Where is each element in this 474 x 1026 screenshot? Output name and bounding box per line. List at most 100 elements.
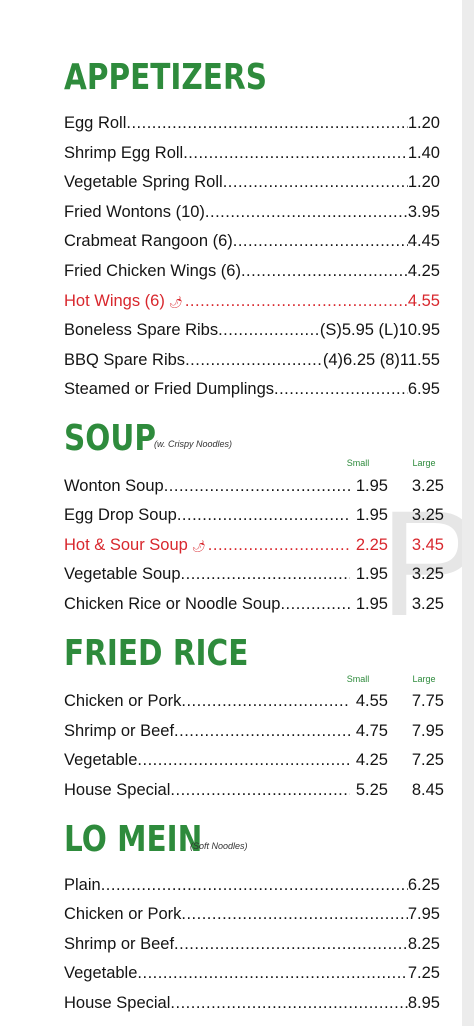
leader-dots: [174, 720, 350, 742]
item-name: Chicken or Pork: [64, 692, 182, 710]
soup-large-label: Large: [412, 458, 436, 468]
item-name: Fried Wontons (10): [64, 202, 205, 221]
leader-dots: [274, 378, 408, 400]
item-prices: 1.95 3.25: [350, 593, 444, 615]
item-price: 6.95: [407, 380, 440, 399]
item-name: House Special: [64, 993, 171, 1012]
item-name: Hot & Sour Soup: [64, 535, 188, 554]
menu-item: House Special 8.95: [64, 992, 440, 1014]
pepper-icon: 🌶: [191, 540, 206, 553]
leader-dots: [185, 290, 408, 312]
item-price: 4.25: [407, 262, 440, 280]
menu-item: Vegetable 7.25: [64, 962, 440, 984]
item-name: Wonton Soup: [64, 477, 164, 495]
menu-item: Chicken or Pork 4.55 7.75: [64, 690, 444, 712]
item-prices: 2.25 3.45: [350, 534, 444, 556]
item-name: Egg Drop Soup: [64, 506, 177, 525]
menu-item: Hot & Sour Soup🌶 2.25 3.45: [64, 534, 444, 556]
item-name: Vegetable: [64, 751, 138, 770]
small-price: 4.55: [355, 692, 388, 710]
item-price: 6.25: [407, 876, 440, 894]
item-price: 1.20: [407, 173, 440, 192]
leader-dots: [137, 962, 407, 984]
menu-item: Fried Wontons (10) 3.95: [64, 201, 440, 223]
menu-item: Fried Chicken Wings (6) 4.25: [64, 260, 440, 282]
item-name: House Special: [64, 780, 171, 799]
item-name: Steamed or Fried Dumplings: [64, 380, 275, 399]
menu-item: Steamed or Fried Dumplings 6.95: [64, 378, 440, 400]
item-price: 7.95: [407, 905, 440, 924]
large-price: 3.25: [411, 594, 444, 613]
menu-item: Shrimp or Beef 4.75 7.95: [64, 720, 444, 742]
pepper-icon: 🌶: [168, 296, 183, 309]
menu-item: Egg Drop Soup 1.95 3.25: [64, 504, 444, 526]
leader-dots: [183, 142, 408, 164]
menu-item: Crabmeat Rangoon (6) 4.45: [64, 230, 440, 252]
item-price: 4.55: [407, 291, 440, 310]
item-name: Vegetable: [64, 964, 138, 983]
leader-dots: [126, 112, 408, 134]
small-price: 4.75: [355, 721, 388, 740]
large-price: 3.45: [411, 535, 444, 554]
large-price: 3.25: [411, 506, 444, 525]
menu-item: Plain 6.25: [64, 874, 440, 896]
leader-dots: [101, 874, 408, 896]
lo-mein-title: LO MEIN: [64, 819, 203, 860]
small-price: 1.95: [355, 477, 388, 495]
item-price: 1.40: [407, 143, 440, 162]
large-price: 7.25: [411, 751, 444, 770]
leader-dots: [164, 475, 350, 497]
leader-dots: [181, 563, 350, 585]
item-name: Hot Wings (6): [64, 291, 165, 310]
item-price: 1.20: [407, 114, 440, 132]
item-price: 8.95: [407, 993, 440, 1012]
leader-dots: [170, 992, 407, 1014]
item-name: Boneless Spare Ribs: [64, 321, 219, 340]
soup-small-label: Small: [346, 458, 370, 468]
menu-item: Shrimp Egg Roll 1.40: [64, 142, 440, 164]
menu-item: Vegetable Soup 1.95 3.25: [64, 563, 444, 585]
item-price: 7.25: [407, 964, 440, 983]
item-price: (4)6.25 (8)11.55: [322, 350, 440, 369]
large-price: 8.45: [411, 780, 444, 799]
leader-dots: [205, 201, 408, 223]
item-prices: 1.95 3.25: [350, 475, 444, 497]
item-name: Egg Roll: [64, 114, 127, 132]
item-prices: 4.55 7.75: [350, 690, 444, 712]
item-name: Vegetable Spring Roll: [64, 173, 223, 192]
item-name: Shrimp Egg Roll: [64, 143, 184, 162]
menu-item: House Special 5.25 8.45: [64, 779, 444, 801]
leader-dots: [181, 903, 407, 925]
item-name: Shrimp or Beef: [64, 934, 175, 953]
small-price: 1.95: [355, 506, 388, 525]
small-price: 4.25: [355, 751, 388, 770]
leader-dots: [177, 504, 350, 526]
fried-rice-large-label: Large: [412, 674, 436, 684]
leader-dots: [208, 534, 350, 556]
item-price: 3.95: [407, 202, 440, 221]
leader-dots: [137, 749, 350, 771]
leader-dots: [241, 260, 408, 282]
item-name: Plain: [64, 876, 101, 894]
leader-dots: [185, 349, 323, 371]
appetizers-title: APPETIZERS: [64, 57, 267, 98]
menu-item: Shrimp or Beef 8.25: [64, 933, 440, 955]
leader-dots: [174, 933, 408, 955]
item-price: 4.45: [407, 232, 440, 251]
menu-item: Egg Roll 1.20: [64, 112, 440, 134]
item-prices: 4.75 7.95: [350, 720, 444, 742]
soup-note: (w. Crispy Noodles): [154, 439, 233, 449]
menu-item: BBQ Spare Ribs (4)6.25 (8)11.55: [64, 349, 440, 371]
item-price: (S)5.95 (L)10.95: [319, 321, 440, 340]
item-name: Chicken Rice or Noodle Soup: [64, 594, 281, 613]
fried-rice-small-label: Small: [346, 674, 370, 684]
menu-item: Wonton Soup 1.95 3.25: [64, 475, 444, 497]
large-price: 3.25: [411, 477, 444, 495]
small-price: 5.25: [355, 780, 388, 799]
item-prices: 1.95 3.25: [350, 563, 444, 585]
leader-dots: [218, 319, 320, 341]
fried-rice-title: FRIED RICE: [64, 633, 249, 674]
menu-item: Chicken or Pork 7.95: [64, 903, 440, 925]
item-name: Vegetable Soup: [64, 565, 181, 584]
leader-dots: [233, 230, 408, 252]
